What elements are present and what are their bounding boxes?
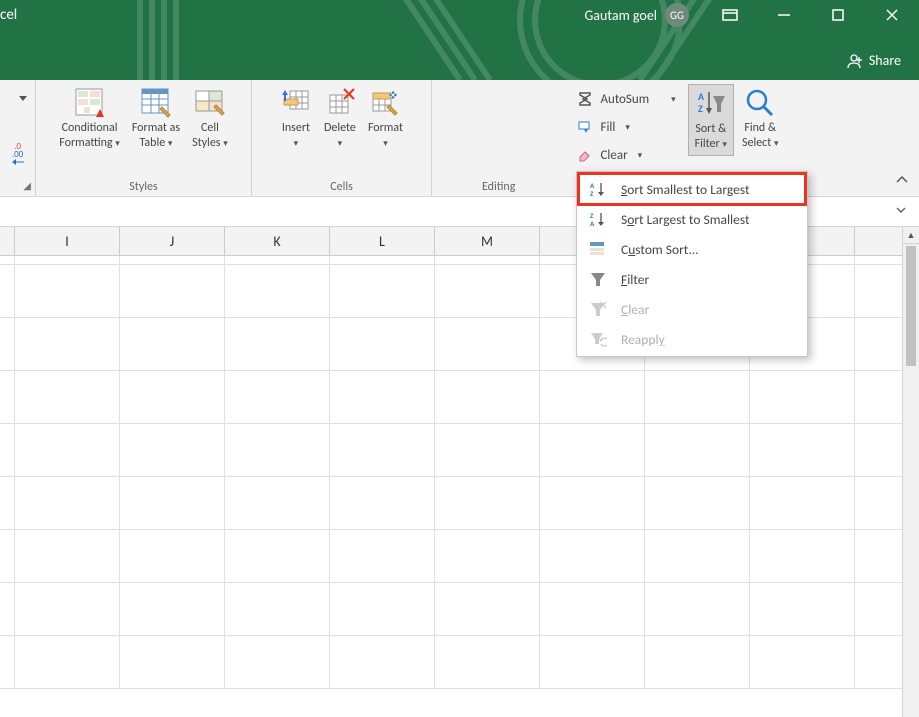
share-label: Share [869, 52, 901, 69]
sort-smallest-label: Sort Smallest to Largest [621, 181, 750, 198]
custom-sort-label: Custom Sort... [621, 241, 699, 258]
format-as-table-button[interactable]: Format asTable ▾ [128, 84, 184, 154]
format-label: Format▾ [368, 121, 403, 151]
sort-filter-icon: AZ [695, 88, 727, 120]
user-avatar: GG [665, 3, 689, 27]
maximize-button[interactable] [811, 0, 865, 30]
clear-filter-label: Clear [621, 301, 649, 318]
reapply-icon [589, 330, 607, 348]
cell-styles-label: CellStyles ▾ [192, 121, 228, 151]
svg-text:Z: Z [590, 189, 594, 198]
fill-icon [576, 118, 594, 136]
cells-group: Insert▾ Delete▾ Format▾ Cells [252, 80, 432, 196]
user-area[interactable]: Gautam goel GG [584, 3, 689, 27]
delete-button[interactable]: Delete▾ [320, 84, 360, 154]
sort-filter-dropdown: AZ Sort Smallest to Largest ZA Sort Larg… [576, 171, 808, 357]
column-header-l[interactable]: L [330, 227, 435, 255]
sort-filter-label: Sort &Filter ▾ [695, 122, 727, 152]
svg-text:A: A [590, 219, 595, 228]
find-select-label: Find &Select ▾ [742, 121, 779, 151]
column-header-j[interactable]: J [120, 227, 225, 255]
sort-desc-icon: ZA [589, 210, 607, 228]
share-icon [846, 53, 862, 69]
reapply-item: Reapply [579, 324, 805, 354]
editing-small-buttons: AutoSum ▾ Fill ▾ Clear ▾ [568, 84, 683, 170]
collapse-ribbon-button[interactable] [895, 174, 909, 188]
cell-styles-icon [194, 87, 226, 119]
format-icon [369, 87, 401, 119]
column-header-m[interactable]: M [435, 227, 540, 255]
scrollbar-thumb[interactable] [906, 246, 916, 366]
filter-icon [589, 270, 607, 288]
column-header-partial[interactable] [0, 227, 15, 255]
sort-largest-label: Sort Largest to Smallest [621, 211, 750, 228]
custom-sort-item[interactable]: Custom Sort... [579, 234, 805, 264]
format-as-table-label: Format asTable ▾ [132, 121, 180, 151]
number-format-dropdown[interactable] [9, 86, 27, 110]
find-select-button[interactable]: Find &Select ▾ [738, 84, 783, 154]
insert-button[interactable]: Insert▾ [276, 84, 316, 154]
filter-item[interactable]: Filter [579, 264, 805, 294]
clear-label: Clear [600, 148, 627, 163]
fill-button[interactable]: Fill ▾ [572, 114, 679, 140]
close-button[interactable] [865, 0, 919, 30]
styles-group-label: Styles [42, 178, 245, 196]
expand-formula-bar-icon[interactable] [895, 204, 919, 219]
clear-button[interactable]: Clear ▾ [572, 142, 679, 168]
insert-icon [280, 87, 312, 119]
share-button[interactable]: Share [846, 52, 901, 69]
styles-group: ConditionalFormatting ▾ Format asTable ▾… [36, 80, 252, 196]
window-controls [703, 0, 919, 30]
delete-icon [324, 87, 356, 119]
column-header-k[interactable]: K [225, 227, 330, 255]
reapply-label: Reapply [621, 331, 665, 348]
minimize-button[interactable] [757, 0, 811, 30]
autosum-label: AutoSum [600, 92, 649, 107]
sort-asc-icon: AZ [589, 180, 607, 198]
delete-label: Delete▾ [324, 121, 356, 151]
svg-text:Z: Z [698, 102, 703, 115]
number-group-partial: .0 .00 ◢ [0, 80, 36, 196]
clear-filter-icon [589, 300, 607, 318]
find-select-icon [744, 87, 776, 119]
sort-smallest-to-largest-item[interactable]: AZ Sort Smallest to Largest [579, 174, 805, 204]
sort-largest-to-smallest-item[interactable]: ZA Sort Largest to Smallest [579, 204, 805, 234]
cell-styles-button[interactable]: CellStyles ▾ [188, 84, 232, 154]
ribbon-display-options-button[interactable] [703, 0, 757, 30]
sum-icon [576, 90, 594, 108]
column-header-i[interactable]: I [15, 227, 120, 255]
autosum-button[interactable]: AutoSum ▾ [572, 86, 679, 112]
insert-label: Insert▾ [282, 121, 310, 151]
clear-filter-item: Clear [579, 294, 805, 324]
fill-label: Fill [600, 120, 615, 135]
conditional-formatting-label: ConditionalFormatting ▾ [59, 121, 120, 151]
clear-icon [576, 146, 594, 164]
format-button[interactable]: Format▾ [364, 84, 407, 154]
app-title: cel [0, 6, 17, 24]
custom-sort-icon [589, 240, 607, 258]
sort-filter-button[interactable]: AZ Sort &Filter ▾ [688, 84, 734, 156]
decrease-decimal-button[interactable]: .0 .00 [9, 142, 27, 166]
cells-group-label: Cells [258, 178, 425, 196]
vertical-scrollbar[interactable]: ▲ [902, 227, 919, 717]
conditional-formatting-icon [74, 87, 106, 119]
scroll-up-button[interactable]: ▲ [903, 227, 919, 244]
conditional-formatting-button[interactable]: ConditionalFormatting ▾ [55, 84, 124, 154]
format-as-table-icon [140, 87, 172, 119]
user-name: Gautam goel [584, 7, 657, 24]
title-bar: cel Gautam goel GG Share [0, 0, 919, 80]
filter-label: Filter [621, 271, 649, 288]
number-group-launcher-icon[interactable]: ◢ [23, 179, 31, 192]
